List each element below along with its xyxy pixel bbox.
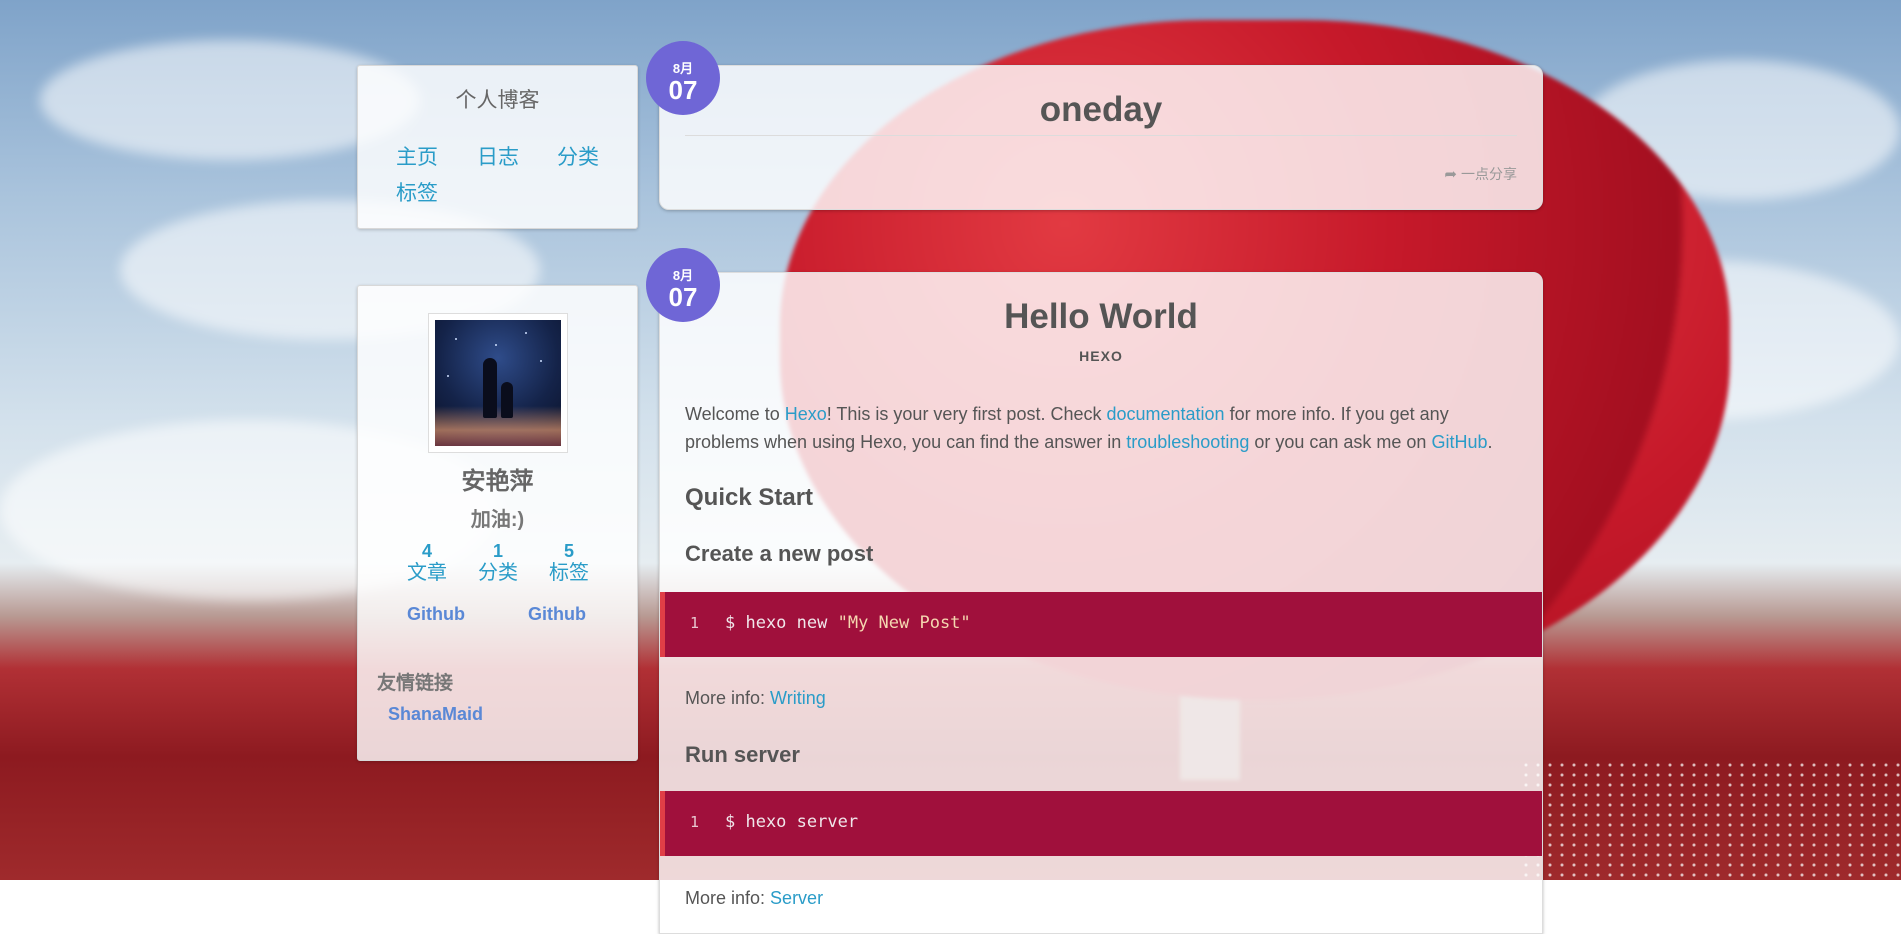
more-info-label: More info: — [685, 688, 771, 708]
documentation-link[interactable]: documentation — [1106, 404, 1224, 424]
share-label: 一点分享 — [1461, 166, 1517, 182]
post-title[interactable]: oneday — [660, 90, 1542, 130]
code-block: 1 $ hexo server — [660, 791, 1542, 856]
code-block: 1 $ hexo new "My New Post" — [660, 592, 1542, 657]
post-intro: Welcome to Hexo! This is your very first… — [685, 400, 1525, 456]
post-card: Hello World HEXO Welcome to Hexo! This i… — [659, 272, 1543, 934]
github-issues-link[interactable]: GitHub — [1431, 432, 1487, 452]
code-command: $ hexo new — [725, 613, 838, 633]
date-day: 07 — [668, 282, 698, 312]
stat-categories-label: 分类 — [478, 562, 518, 584]
more-info: More info: Writing — [685, 688, 826, 709]
star — [447, 375, 449, 377]
heading-quick-start: Quick Start — [685, 484, 814, 511]
avatar[interactable] — [428, 313, 568, 453]
profile-panel: 安艳萍 加油:) 4 文章 1 分类 5 标签 Github Github 友情… — [357, 285, 638, 761]
date-badge: 8月 07 — [646, 41, 720, 115]
title-divider — [685, 135, 1517, 136]
stat-posts-count: 4 — [421, 541, 432, 561]
troubleshooting-link[interactable]: troubleshooting — [1126, 432, 1249, 452]
server-link[interactable]: Server — [770, 888, 823, 908]
nav-panel: 个人博客 主页 日志 分类 标签 — [357, 65, 638, 229]
flower-field — [1520, 760, 1901, 880]
author-motto: 加油:) — [470, 509, 525, 531]
intro-text: . — [1487, 432, 1493, 452]
heading-create-post: Create a new post — [685, 541, 874, 566]
line-number: 1 — [690, 614, 700, 632]
share-icon: ➦ — [1444, 166, 1457, 183]
friend-links-heading: 友情链接 — [377, 673, 454, 694]
post-title[interactable]: Hello World — [660, 297, 1542, 337]
stat-posts[interactable]: 4 文章 — [392, 541, 462, 585]
star — [540, 360, 542, 362]
code-string: "My New Post" — [837, 613, 971, 633]
stat-categories[interactable]: 1 分类 — [463, 541, 533, 585]
nav-categories[interactable]: 分类 — [557, 141, 599, 171]
more-info-label: More info: — [685, 888, 771, 908]
star — [525, 332, 527, 334]
avatar-glow — [435, 406, 561, 446]
stat-tags-count: 5 — [563, 541, 574, 561]
stat-tags-label: 标签 — [549, 562, 589, 584]
intro-text: Welcome to — [685, 404, 785, 424]
line-number: 1 — [690, 813, 700, 831]
nav-tags[interactable]: 标签 — [396, 177, 438, 207]
post-tag[interactable]: HEXO — [660, 348, 1542, 364]
date-day: 07 — [668, 75, 698, 105]
github-link[interactable]: Github — [407, 604, 465, 625]
star — [455, 338, 457, 340]
avatar-image — [435, 320, 561, 446]
nav-archive[interactable]: 日志 — [477, 141, 519, 171]
stat-posts-label: 文章 — [407, 562, 447, 584]
writing-link[interactable]: Writing — [770, 688, 826, 708]
post-card: oneday ➦ 一点分享 — [659, 65, 1543, 210]
nav-home[interactable]: 主页 — [396, 141, 438, 171]
intro-text: ! This is your very first post. Check — [826, 404, 1107, 424]
share-button[interactable]: ➦ 一点分享 — [1444, 164, 1517, 184]
intro-text: or you can ask me on — [1249, 432, 1432, 452]
author-name: 安艳萍 — [461, 468, 534, 495]
heading-run-server: Run server — [685, 742, 800, 767]
stat-categories-count: 1 — [492, 541, 503, 561]
code-line: $ hexo server — [725, 812, 859, 832]
avatar-figure — [483, 358, 497, 418]
hexo-link[interactable]: Hexo — [785, 404, 827, 424]
stat-tags[interactable]: 5 标签 — [534, 541, 604, 585]
star — [495, 344, 497, 346]
github-link-secondary[interactable]: Github — [528, 604, 586, 625]
code-line: $ hexo new "My New Post" — [725, 613, 971, 633]
more-info: More info: Server — [685, 888, 823, 909]
blog-title: 个人博客 — [455, 89, 540, 112]
date-badge: 8月 07 — [646, 248, 720, 322]
avatar-figure — [501, 382, 513, 418]
friend-link-shanamaid[interactable]: ShanaMaid — [388, 704, 483, 725]
